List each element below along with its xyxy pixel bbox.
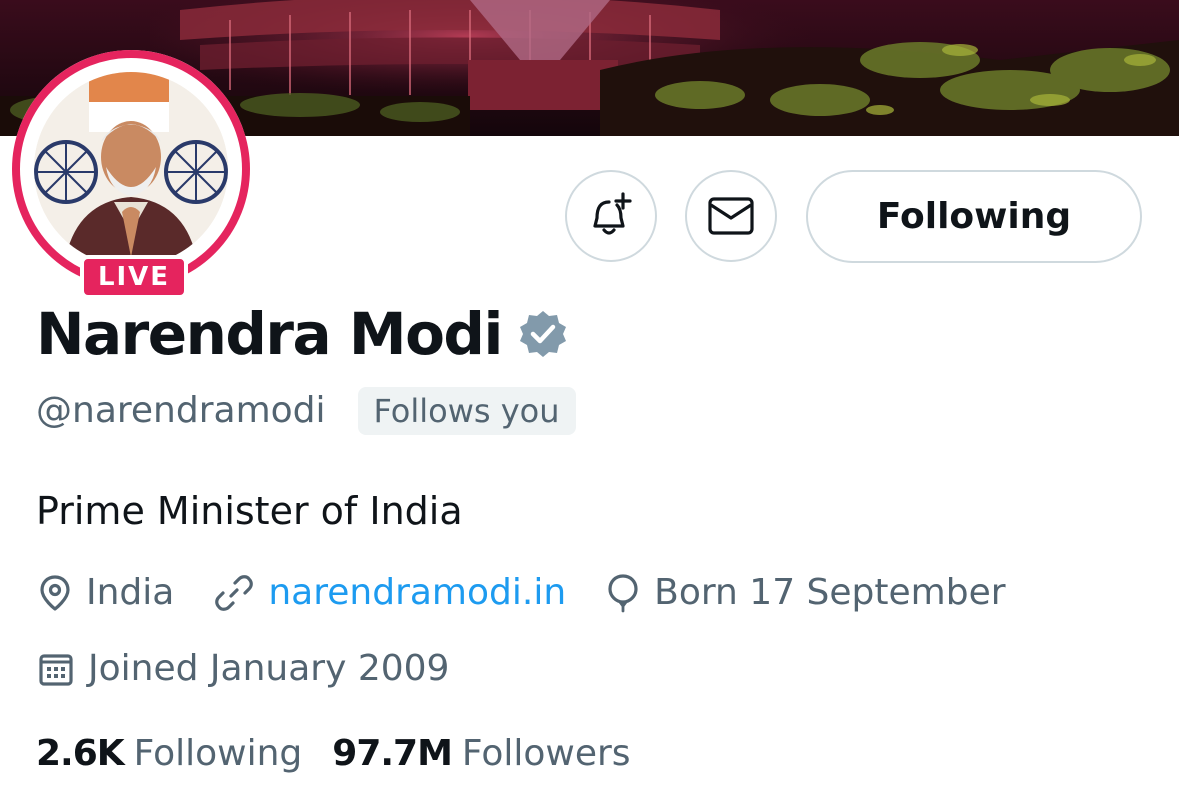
location-pin-icon	[40, 575, 70, 611]
handle-row: @narendramodi Follows you	[36, 386, 576, 436]
envelope-icon	[708, 197, 754, 235]
calendar-icon	[39, 654, 73, 686]
avatar-photo	[34, 72, 228, 266]
verified-badge-icon[interactable]	[518, 309, 568, 359]
message-button[interactable]	[685, 170, 777, 262]
following-button[interactable]: Following	[806, 170, 1142, 263]
joined-item: Joined January 2009	[38, 644, 449, 694]
followers-label: Followers	[461, 733, 631, 774]
birthday-text: Born 17 September	[654, 572, 1006, 613]
notify-button[interactable]	[565, 170, 657, 262]
balloon-icon	[608, 574, 638, 613]
followers-stat[interactable]: 97.7M Followers	[332, 729, 630, 779]
profile-meta: India narendramodi.in Born 17 September	[38, 568, 1006, 618]
website-item[interactable]: narendramodi.in	[214, 568, 566, 618]
birthday-item: Born 17 September	[606, 568, 1006, 618]
display-name: Narendra Modi	[36, 300, 503, 368]
website-link[interactable]: narendramodi.in	[268, 568, 566, 618]
profile-avatar[interactable]: LIVE	[12, 50, 250, 299]
joined-text: Joined January 2009	[88, 648, 450, 689]
follows-you-badge: Follows you	[357, 387, 576, 435]
profile-page: LIVE Following Narendra Modi @narendramo…	[0, 0, 1179, 812]
live-badge[interactable]: LIVE	[80, 255, 188, 299]
location-item: India	[38, 568, 174, 618]
location-text: India	[86, 572, 175, 613]
profile-bio: Prime Minister of India	[36, 489, 463, 533]
profile-stats: 2.6K Following 97.7M Followers	[36, 729, 631, 779]
following-count: 2.6K	[36, 733, 125, 774]
bell-plus-icon	[593, 192, 632, 235]
following-stat[interactable]: 2.6K Following	[36, 729, 302, 779]
link-icon	[215, 575, 254, 611]
name-row: Narendra Modi	[36, 296, 568, 372]
following-label: Following	[133, 733, 303, 774]
user-handle: @narendramodi	[36, 390, 326, 431]
followers-count: 97.7M	[332, 733, 453, 774]
